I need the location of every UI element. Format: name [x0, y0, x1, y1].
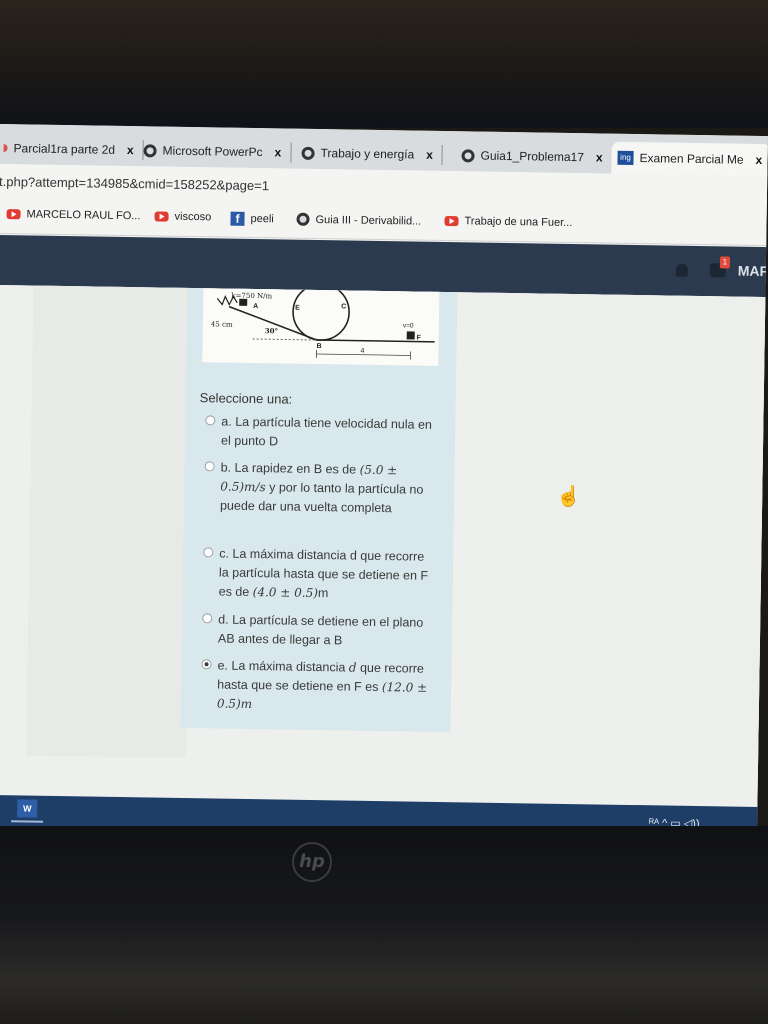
globe-icon [301, 146, 315, 160]
question-prompt: Seleccione una: [199, 390, 293, 407]
answer-option-c[interactable]: c. La máxima distancia d que recorre la … [203, 544, 434, 605]
bookmark-peeli[interactable]: f peeli [230, 211, 274, 227]
facebook-icon: f [230, 211, 245, 226]
answer-option-d[interactable]: d. La partícula se detiene en el plano A… [202, 610, 433, 652]
bookmark-guia-iii[interactable]: Guia III - Derivabilid... [296, 212, 421, 228]
spring-label: k=750 N/m [231, 292, 272, 301]
angle-label: 30° [265, 326, 278, 335]
radio-button[interactable] [202, 613, 213, 624]
page-content: k=750 N/m 45 cm 30° A B C E F v=0 4 Sele… [0, 284, 768, 808]
close-icon[interactable]: x [755, 153, 762, 167]
youtube-icon [444, 215, 459, 227]
radio-button[interactable] [205, 415, 216, 426]
globe-icon [143, 143, 157, 157]
tab-title: Parcial1ra parte 2d [13, 141, 116, 157]
tab-title: Guia1_Problema17 [480, 148, 585, 165]
point-a-label: A [253, 303, 258, 310]
monitor-bezel-bottom [0, 826, 768, 1024]
tab-favicon [3, 144, 8, 153]
user-menu[interactable]: MAF [738, 263, 768, 279]
bookmark-viscoso[interactable]: viscoso [154, 210, 211, 223]
answer-option-e[interactable]: e. La máxima distancia d que recorre has… [201, 656, 432, 717]
close-icon[interactable]: x [127, 143, 134, 157]
point-b-label: B [316, 343, 321, 350]
block-f [406, 331, 415, 340]
close-icon[interactable]: x [275, 145, 282, 159]
tab-title: Trabajo y energía [320, 146, 415, 162]
point-f-label: F [417, 335, 422, 342]
tab-parcial[interactable]: Parcial1ra parte 2d x [0, 132, 144, 166]
tab-title: Examen Parcial Me [639, 151, 744, 167]
radio-button[interactable] [204, 461, 215, 472]
bell-icon[interactable] [675, 263, 688, 277]
close-icon[interactable]: x [596, 150, 603, 164]
screen: Parcial1ra parte 2d x Microsoft PowerPc … [0, 124, 768, 840]
radio-button-selected[interactable] [201, 659, 212, 670]
answer-option-b[interactable]: b. La rapidez en B es de (5.0 ± 0.5)m/s … [204, 458, 435, 519]
url-text: t.php?attempt=134985&cmid=158252&page=1 [0, 173, 270, 194]
track-diagram: k=750 N/m 45 cm 30° A B C E F v=0 4 [211, 288, 435, 360]
globe-icon [296, 212, 310, 226]
notification-badge: 1 [719, 256, 731, 269]
tab-examen-parcial[interactable]: ing Examen Parcial Me x [611, 141, 768, 177]
tab-powerpoint[interactable]: Microsoft PowerPc x [137, 134, 292, 168]
hand-cursor-icon: ☝ [556, 485, 582, 509]
tab-guia1[interactable]: Guia1_Problema17 x [455, 139, 609, 173]
velocity-label: v=0 [403, 322, 414, 329]
answer-option-a[interactable]: a. La partícula tiene velocidad nula en … [205, 412, 436, 454]
bookmark-trabajo-fuerza[interactable]: Trabajo de una Fuer... [444, 215, 572, 229]
point-e-label: E [295, 305, 300, 312]
tab-title: Microsoft PowerPc [162, 143, 263, 160]
radio-button[interactable] [203, 547, 214, 558]
tab-trabajo-energia[interactable]: Trabajo y energía x [295, 137, 444, 171]
globe-icon [461, 148, 475, 162]
monitor-bezel-top [0, 0, 768, 128]
right-column [460, 292, 768, 768]
ing-icon: ing [617, 150, 634, 165]
youtube-icon [6, 209, 21, 220]
close-icon[interactable]: x [426, 148, 433, 162]
point-c-label: C [341, 303, 346, 310]
loop-circle [292, 288, 350, 341]
left-column [26, 285, 194, 759]
word-icon[interactable]: W [17, 799, 38, 818]
distance-label: 4 [360, 348, 364, 355]
hp-logo: hp [292, 842, 332, 882]
height-label: 45 cm [211, 320, 233, 328]
bookmark-marcelo[interactable]: MARCELO RAUL FO... [6, 208, 141, 222]
youtube-icon [154, 211, 169, 222]
height-reference [252, 338, 317, 341]
problem-figure: k=750 N/m 45 cm 30° A B C E F v=0 4 [202, 288, 440, 366]
